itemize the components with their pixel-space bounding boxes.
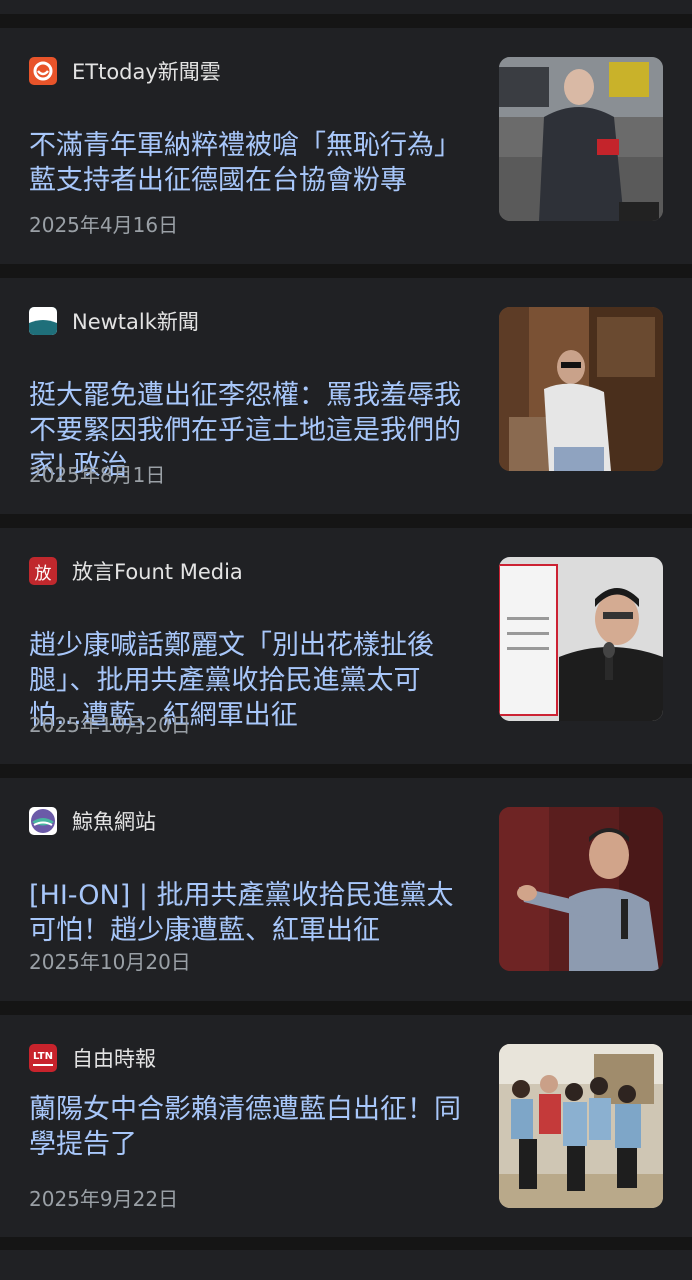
newtalk-logo-icon <box>29 307 57 335</box>
article-date: 2025年8月1日 <box>29 463 166 487</box>
source-row: LTN 自由時報 <box>29 1044 156 1072</box>
article-title[interactable]: 不滿青年軍納粹禮被嗆「無恥行為」 藍支持者出征德國在台協會粉專 <box>29 128 475 198</box>
man-pointing-photo[interactable] <box>499 807 663 971</box>
next-card-edge <box>0 1250 692 1280</box>
news-card[interactable]: Newtalk新聞 挺大罷免遭出征李怨權：罵我羞辱我不要緊因我們在乎這土地這是我… <box>0 278 692 514</box>
ltn-logo-bar <box>33 1063 53 1066</box>
man-sunglasses-doorway-photo[interactable] <box>499 307 663 471</box>
source-name: 自由時報 <box>72 1047 156 1071</box>
fount-media-logo-text: 放 <box>34 563 52 584</box>
source-name: 鯨魚網站 <box>72 810 156 834</box>
source-row: ETtoday新聞雲 <box>29 57 221 85</box>
news-feed: ETtoday新聞雲 不滿青年軍納粹禮被嗆「無恥行為」 藍支持者出征德國在台協會… <box>0 0 692 1280</box>
news-card[interactable]: 鯨魚網站 [HI-ON] | 批用共產黨收拾民進黨太可怕！趙少康遭藍、紅軍出征 … <box>0 778 692 1001</box>
ltn-logo-text: LTN <box>33 1050 53 1062</box>
ettoday-logo-icon <box>29 57 57 85</box>
whale-logo-icon <box>29 807 57 835</box>
fount-media-logo-icon: 放 <box>29 557 57 585</box>
article-date: 2025年10月20日 <box>29 713 191 737</box>
article-title[interactable]: [HI-ON] | 批用共產黨收拾民進黨太可怕！趙少康遭藍、紅軍出征 <box>29 878 469 948</box>
article-date: 2025年10月20日 <box>29 950 191 974</box>
article-date: 2025年4月16日 <box>29 213 179 237</box>
source-name: ETtoday新聞雲 <box>72 60 221 84</box>
man-microphone-photo[interactable] <box>499 557 663 721</box>
ltn-logo-icon: LTN <box>29 1044 57 1072</box>
news-card[interactable]: ETtoday新聞雲 不滿青年軍納粹禮被嗆「無恥行為」 藍支持者出征德國在台協會… <box>0 28 692 264</box>
man-armband-photo[interactable] <box>499 57 663 221</box>
source-name: 放言Fount Media <box>72 560 243 584</box>
news-card[interactable]: LTN 自由時報 蘭陽女中合影賴清德遭藍白出征！同學提告了 2025年9月22日 <box>0 1015 692 1237</box>
source-row: Newtalk新聞 <box>29 307 199 335</box>
source-name: Newtalk新聞 <box>72 310 199 334</box>
article-date: 2025年9月22日 <box>29 1187 179 1211</box>
article-title[interactable]: 蘭陽女中合影賴清德遭藍白出征！同學提告了 <box>29 1092 469 1162</box>
previous-card-edge <box>0 0 692 14</box>
students-group-photo[interactable] <box>499 1044 663 1208</box>
source-row: 放 放言Fount Media <box>29 557 243 585</box>
news-card[interactable]: 放 放言Fount Media 趙少康喊話鄭麗文「別出花樣扯後腿」、批用共產黨收… <box>0 528 692 764</box>
source-row: 鯨魚網站 <box>29 807 156 835</box>
